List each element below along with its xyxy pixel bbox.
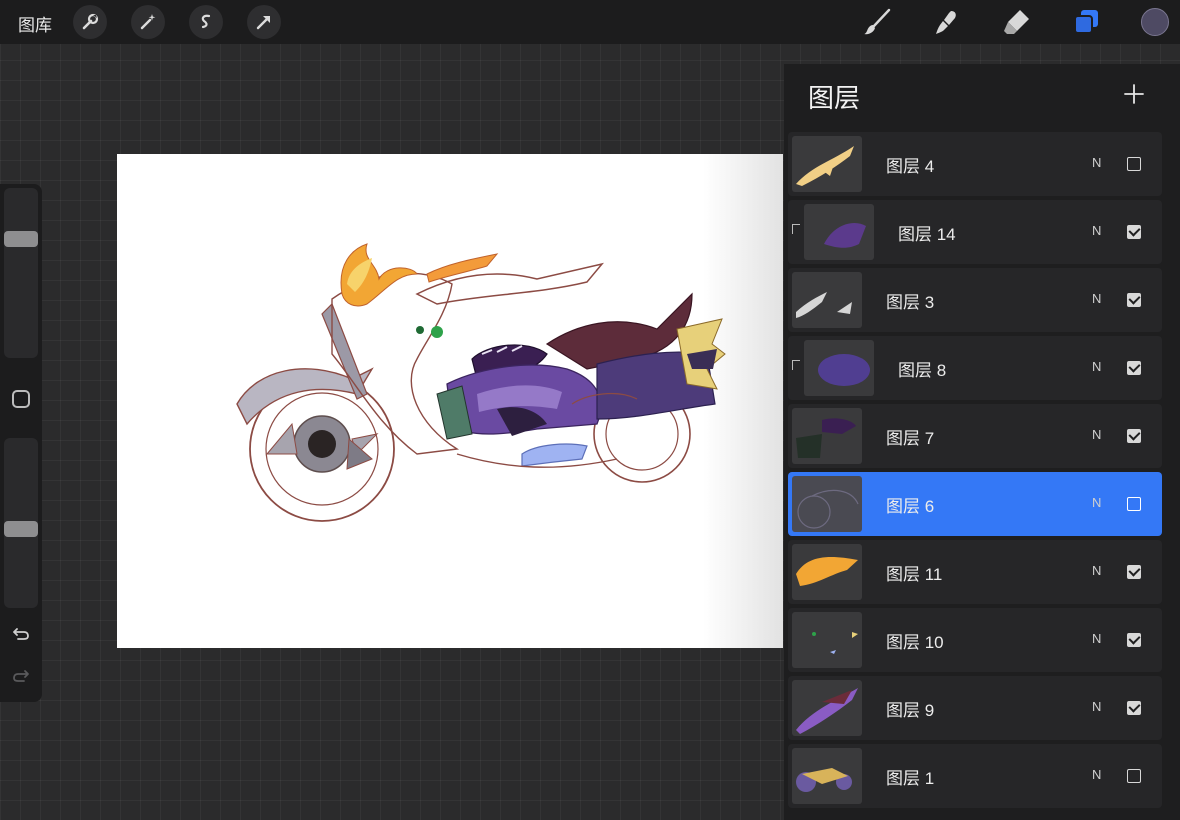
layer-thumbnail[interactable] (792, 136, 862, 192)
visibility-checkbox[interactable] (1127, 633, 1141, 647)
visibility-checkbox[interactable] (1127, 225, 1141, 239)
color-swatch-button[interactable] (1141, 8, 1169, 36)
layer-row[interactable]: 图层 10 N (788, 608, 1162, 672)
visibility-checkbox[interactable] (1127, 769, 1141, 783)
layer-thumbnail[interactable] (792, 612, 862, 668)
layer-name[interactable]: 图层 1 (886, 764, 934, 789)
layer-row[interactable]: 图层 1 N (788, 744, 1162, 808)
visibility-checkbox[interactable] (1127, 701, 1141, 715)
blend-mode-button[interactable]: N (1092, 155, 1101, 170)
layer-name[interactable]: 图层 11 (886, 560, 942, 585)
layer-name[interactable]: 图层 6 (886, 492, 934, 517)
layer-row[interactable]: 图层 9 N (788, 676, 1162, 740)
layers-icon[interactable] (1070, 6, 1102, 38)
magic-wand-icon[interactable] (131, 5, 165, 39)
blend-mode-button[interactable]: N (1092, 495, 1101, 510)
layers-panel-title: 图层 (808, 83, 861, 113)
layer-thumbnail[interactable] (792, 476, 862, 532)
layer-row[interactable]: 图层 7 N (788, 404, 1162, 468)
blend-mode-button[interactable]: N (1092, 291, 1101, 306)
layer-thumbnail[interactable] (792, 272, 862, 328)
layer-row[interactable]: 图层 8 N (788, 336, 1162, 400)
blend-mode-button[interactable]: N (1092, 223, 1101, 238)
layer-thumbnail[interactable] (792, 544, 862, 600)
layer-name[interactable]: 图层 7 (886, 424, 934, 449)
gallery-button[interactable]: 图库 (18, 11, 52, 36)
clipping-mask-icon (792, 224, 800, 234)
visibility-checkbox[interactable] (1127, 565, 1141, 579)
layer-row[interactable]: 图层 3 N (788, 268, 1162, 332)
blend-mode-button[interactable]: N (1092, 767, 1101, 782)
layer-name[interactable]: 图层 4 (886, 152, 934, 177)
layer-row[interactable]: 图层 6 N (788, 472, 1162, 536)
modify-square-icon[interactable] (12, 390, 30, 408)
blend-mode-button[interactable]: N (1092, 427, 1101, 442)
plus-icon[interactable] (1120, 80, 1148, 108)
move-arrow-icon[interactable] (247, 5, 281, 39)
visibility-checkbox[interactable] (1127, 361, 1141, 375)
visibility-checkbox[interactable] (1127, 157, 1141, 171)
selection-icon[interactable] (189, 5, 223, 39)
layer-name[interactable]: 图层 10 (886, 628, 944, 653)
layer-row[interactable]: 图层 11 N (788, 540, 1162, 604)
layer-thumbnail[interactable] (804, 204, 874, 260)
blend-mode-button[interactable]: N (1092, 563, 1101, 578)
clipping-mask-icon (792, 360, 800, 370)
visibility-checkbox[interactable] (1127, 429, 1141, 443)
undo-icon[interactable] (10, 624, 32, 644)
layers-panel: 图层 图层 4 N 图层 14 N 图层 3 N 图层 8 N 图层 7 N 图层 6 N 图层 11 N… (784, 64, 1180, 820)
layer-thumbnail[interactable] (792, 748, 862, 804)
brush-icon[interactable] (861, 6, 893, 38)
motorcycle-artwork (236, 243, 726, 522)
blend-mode-button[interactable]: N (1092, 359, 1101, 374)
opacity-slider[interactable] (4, 438, 38, 608)
drawing-canvas[interactable] (117, 154, 783, 648)
layer-thumbnail[interactable] (792, 408, 862, 464)
opacity-handle[interactable] (4, 521, 38, 537)
visibility-checkbox[interactable] (1127, 293, 1141, 307)
layer-name[interactable]: 图层 14 (898, 220, 956, 245)
layer-name[interactable]: 图层 8 (898, 356, 946, 381)
redo-icon[interactable] (10, 666, 32, 686)
layer-row[interactable]: 图层 4 N (788, 132, 1162, 196)
brush-size-slider[interactable] (4, 188, 38, 358)
smudge-icon[interactable] (930, 6, 962, 38)
brush-size-handle[interactable] (4, 231, 38, 247)
wrench-icon[interactable] (73, 5, 107, 39)
layer-thumbnail[interactable] (804, 340, 874, 396)
layer-row[interactable]: 图层 14 N (788, 200, 1162, 264)
eraser-icon[interactable] (1000, 6, 1032, 38)
visibility-checkbox[interactable] (1127, 497, 1141, 511)
layer-name[interactable]: 图层 9 (886, 696, 934, 721)
blend-mode-button[interactable]: N (1092, 699, 1101, 714)
left-sidebar (0, 184, 42, 702)
layer-name[interactable]: 图层 3 (886, 288, 934, 313)
top-toolbar: 图库 (0, 0, 1180, 44)
layer-thumbnail[interactable] (792, 680, 862, 736)
blend-mode-button[interactable]: N (1092, 631, 1101, 646)
